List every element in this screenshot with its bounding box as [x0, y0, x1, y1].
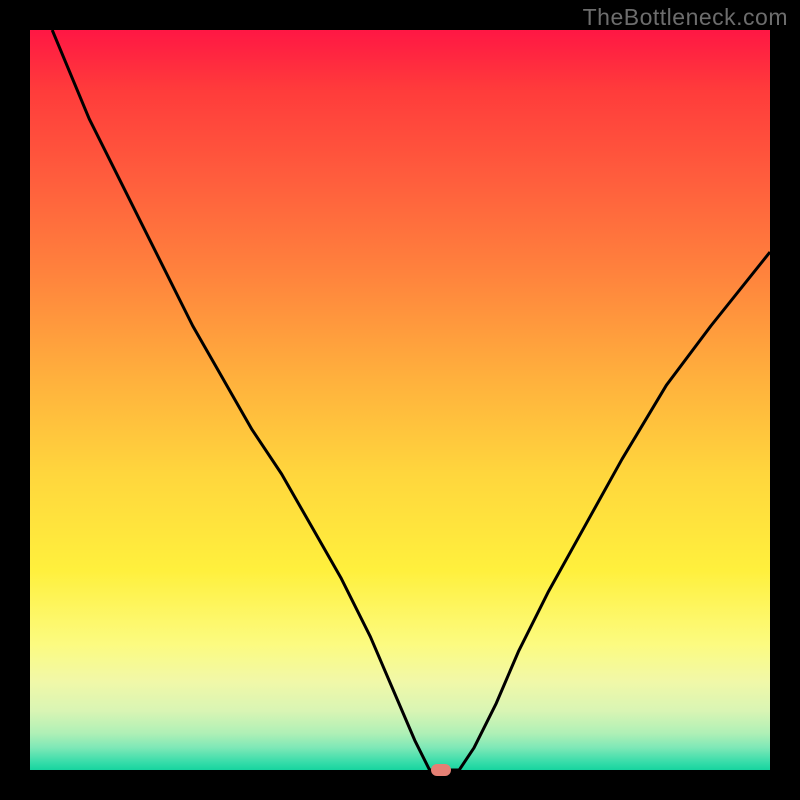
watermark-text: TheBottleneck.com: [583, 4, 788, 31]
bottleneck-curve-path: [52, 30, 770, 770]
chart-frame: TheBottleneck.com: [0, 0, 800, 800]
plot-area: [30, 30, 770, 770]
curve-layer: [30, 30, 770, 770]
optimum-marker: [431, 764, 451, 776]
